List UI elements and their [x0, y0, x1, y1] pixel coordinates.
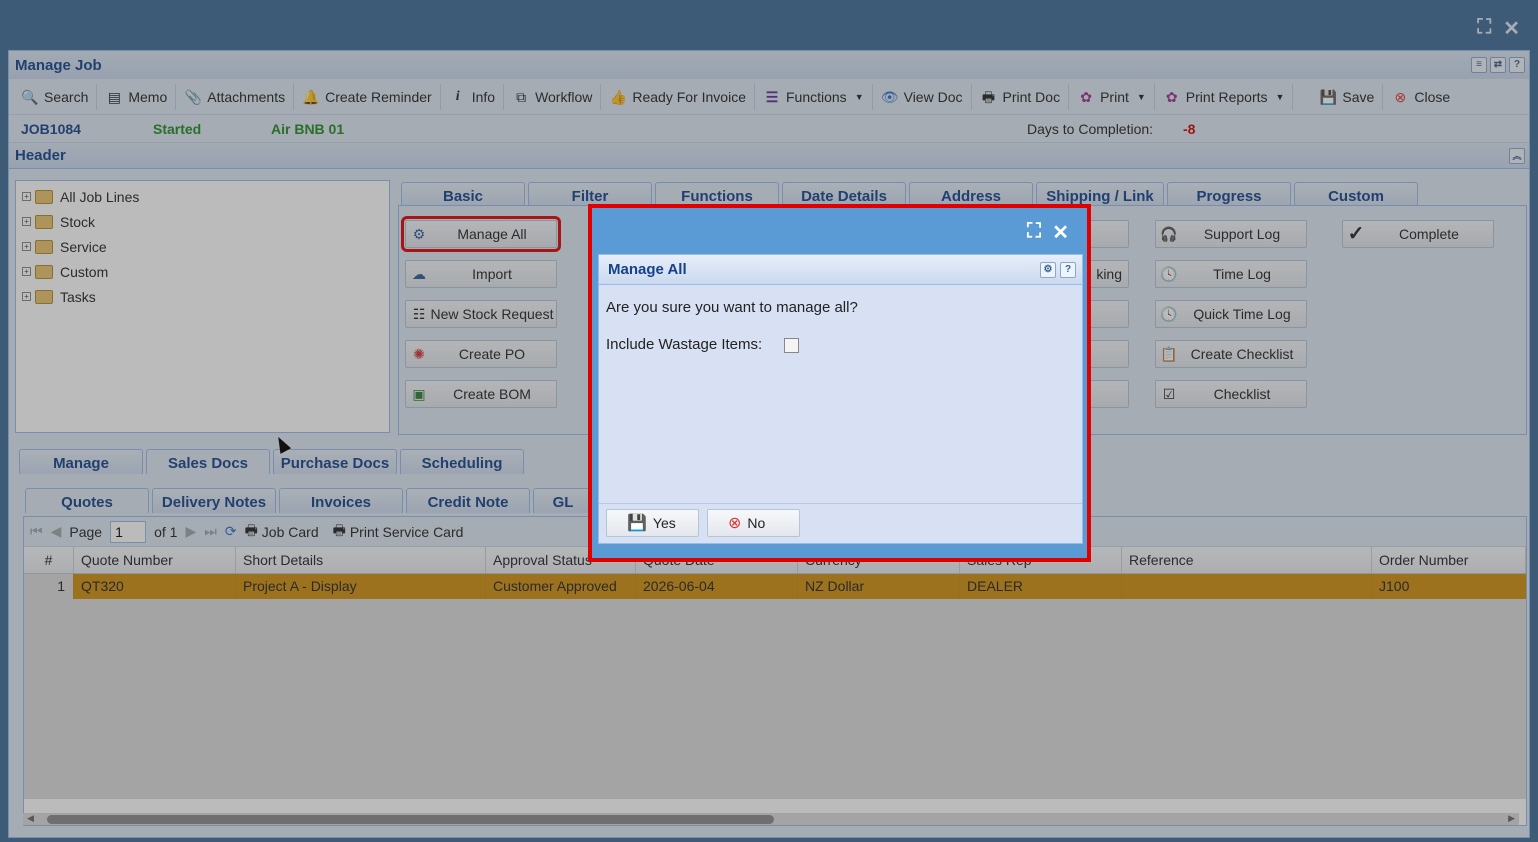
yes-label: Yes [652, 515, 676, 531]
no-button[interactable]: ⊗ No [707, 509, 800, 537]
gear-icon[interactable]: ⚙ [1040, 262, 1056, 278]
manage-all-dialog-frame: ⛶ ✕ Manage All ⚙ ? Are you sure you want… [588, 204, 1091, 562]
floppy-icon: 💾 [627, 515, 647, 532]
dialog-title-text: Manage All [608, 261, 687, 278]
close-icon[interactable]: ✕ [1052, 220, 1069, 245]
help-icon[interactable]: ? [1060, 262, 1076, 278]
no-label: No [747, 515, 766, 531]
wastage-row: Include Wastage Items: [606, 336, 1075, 353]
yes-button[interactable]: 💾 Yes [606, 509, 699, 537]
include-wastage-checkbox[interactable] [784, 337, 800, 353]
dialog-top-bar: ⛶ ✕ [592, 208, 1087, 250]
maximize-icon[interactable]: ⛶ [1027, 220, 1041, 243]
dialog-body: Are you sure you want to manage all? Inc… [599, 285, 1082, 367]
dialog-footer: 💾 Yes ⊗ No [599, 503, 1082, 543]
dialog-question: Are you sure you want to manage all? [606, 299, 858, 316]
dialog-title: Manage All ⚙ ? [599, 255, 1082, 285]
close-circle-icon: ⊗ [728, 515, 742, 532]
manage-all-dialog: Manage All ⚙ ? Are you sure you want to … [598, 254, 1083, 544]
wastage-label: Include Wastage Items: [606, 336, 763, 353]
